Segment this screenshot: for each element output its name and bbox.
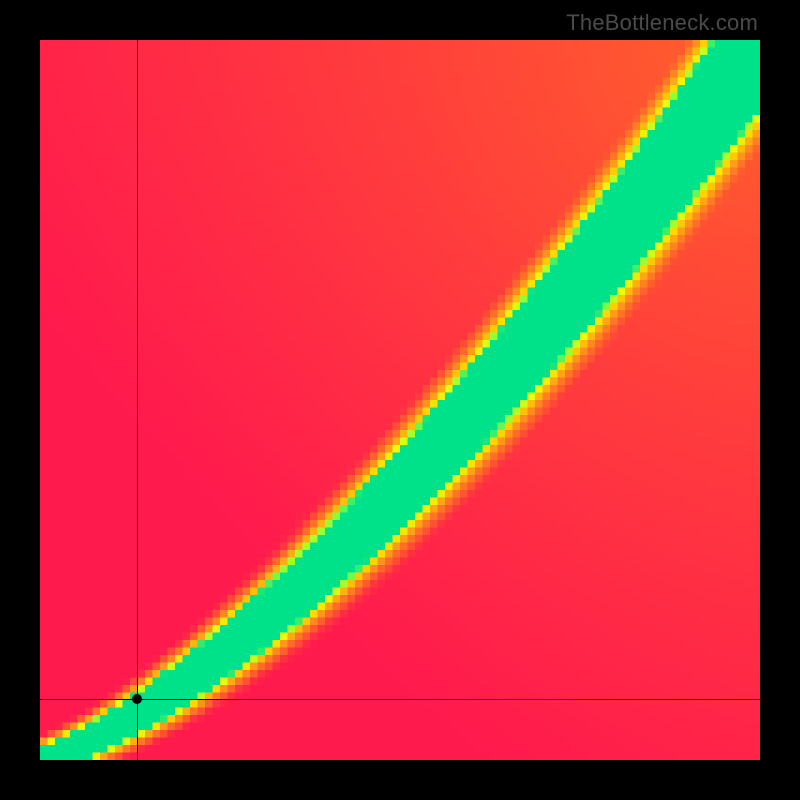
crosshair-vertical	[137, 40, 138, 760]
chart-frame: TheBottleneck.com	[0, 0, 800, 800]
crosshair-horizontal	[40, 699, 760, 700]
selection-marker-dot	[132, 694, 142, 704]
bottleneck-heatmap	[40, 40, 760, 760]
heatmap-plot-area	[40, 40, 760, 760]
watermark-text: TheBottleneck.com	[566, 10, 758, 36]
